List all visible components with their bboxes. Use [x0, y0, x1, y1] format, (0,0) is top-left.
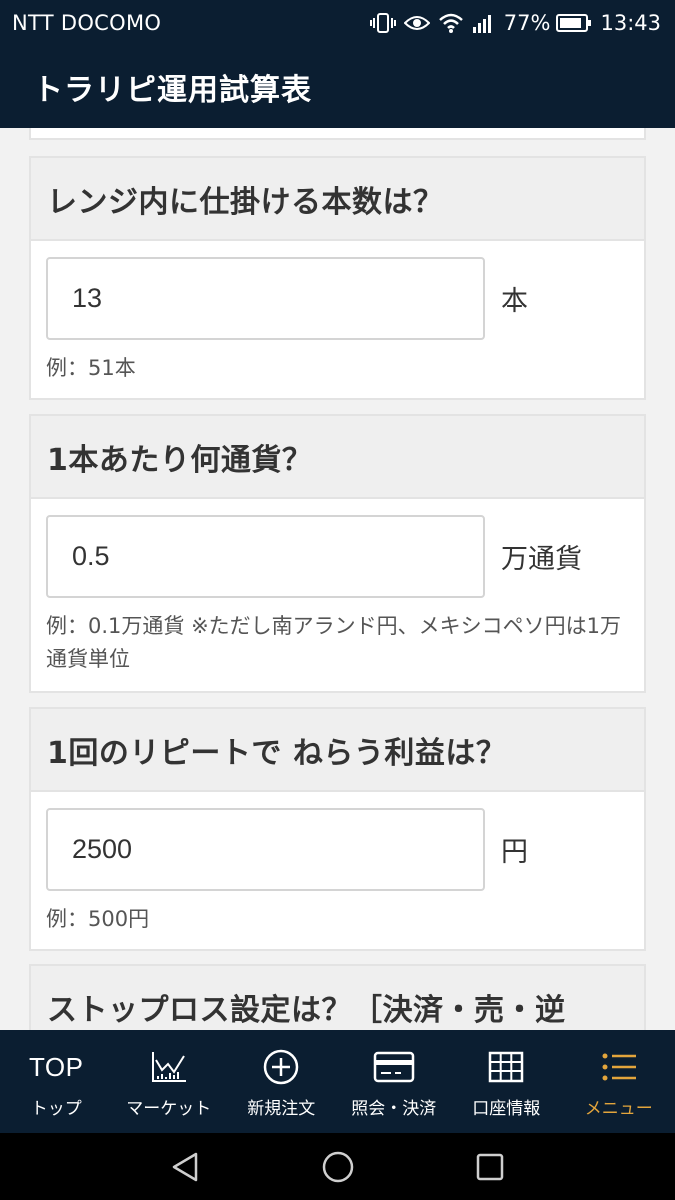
nav-top[interactable]: TOP トップ [0, 1030, 113, 1133]
card-stop-loss: ストップロス設定は？［決済・売・逆 [29, 964, 646, 1030]
card-icon [373, 1044, 415, 1090]
question-heading: 1回のリピートで ねらう利益は？ [31, 709, 644, 792]
unit-label: 円 [501, 837, 528, 868]
home-icon[interactable] [321, 1150, 355, 1184]
battery-percent: 77% [503, 11, 551, 35]
unit-label: 本 [501, 286, 528, 317]
example-hint: 例：500円 [46, 907, 150, 931]
plus-circle-icon [263, 1044, 299, 1090]
app-header: トラリピ運用試算表 [0, 46, 675, 128]
back-icon[interactable] [170, 1151, 202, 1183]
wifi-icon [438, 12, 464, 34]
system-navigation-bar [0, 1133, 675, 1200]
nav-menu[interactable]: メニュー [563, 1030, 675, 1133]
question-heading: ストップロス設定は？［決済・売・逆 [31, 966, 644, 1030]
card-positions-count: レンジ内に仕掛ける本数は？ 13 本 例：51本 [29, 156, 646, 400]
nav-label: メニュー [584, 1099, 653, 1119]
vibrate-icon [369, 12, 396, 34]
nav-label: 照会・決済 [351, 1099, 437, 1119]
nav-inquiry-settlement[interactable]: 照会・決済 [338, 1030, 451, 1133]
grid-icon [488, 1044, 524, 1090]
nav-label: トップ [30, 1099, 82, 1119]
top-text-icon: TOP [29, 1051, 84, 1082]
calculator-form[interactable]: レンジ内に仕掛ける本数は？ 13 本 例：51本 1本あたり何通貨？ 0.5 万… [0, 128, 675, 1030]
nav-account-info[interactable]: 口座情報 [450, 1030, 563, 1133]
battery-indicator: 77% [504, 11, 593, 35]
carrier-name: NTT DOCOMO [12, 11, 162, 35]
nav-label: 新規注文 [247, 1099, 316, 1119]
example-hint: 例：0.1万通貨 ※ただし南アランド円、メキシコペソ円は1万通貨単位 [46, 614, 622, 671]
previous-card-bottom [29, 128, 646, 140]
example-hint: 例：51本 [46, 356, 136, 380]
status-icons: 77% 13:43 [369, 11, 661, 35]
currency-amount-input[interactable]: 0.5 [46, 515, 485, 598]
bottom-navigation: TOP トップ マーケット 新規注文 照会・決済 口座情報 メニュー [0, 1030, 675, 1133]
clock: 13:43 [600, 11, 661, 35]
page-title: トラリピ運用試算表 [33, 73, 312, 108]
recents-icon[interactable] [475, 1152, 505, 1182]
nav-label: 口座情報 [472, 1099, 541, 1119]
chart-icon [150, 1044, 188, 1090]
battery-icon [556, 13, 592, 33]
menu-list-icon [601, 1044, 637, 1090]
status-bar: NTT DOCOMO 77% 13:43 [0, 0, 675, 46]
unit-label: 万通貨 [501, 544, 582, 575]
card-target-profit: 1回のリピートで ねらう利益は？ 2500 円 例：500円 [29, 707, 646, 951]
question-heading: レンジ内に仕掛ける本数は？ [31, 158, 644, 241]
nav-new-order[interactable]: 新規注文 [225, 1030, 338, 1133]
card-currency-amount: 1本あたり何通貨？ 0.5 万通貨 例：0.1万通貨 ※ただし南アランド円、メキ… [29, 414, 646, 693]
eye-icon [403, 13, 430, 33]
nav-label: マーケット [126, 1099, 212, 1119]
signal-icon [472, 12, 496, 34]
question-heading: 1本あたり何通貨？ [31, 416, 644, 499]
positions-count-input[interactable]: 13 [46, 257, 485, 340]
nav-market[interactable]: マーケット [113, 1030, 226, 1133]
target-profit-input[interactable]: 2500 [46, 808, 485, 891]
